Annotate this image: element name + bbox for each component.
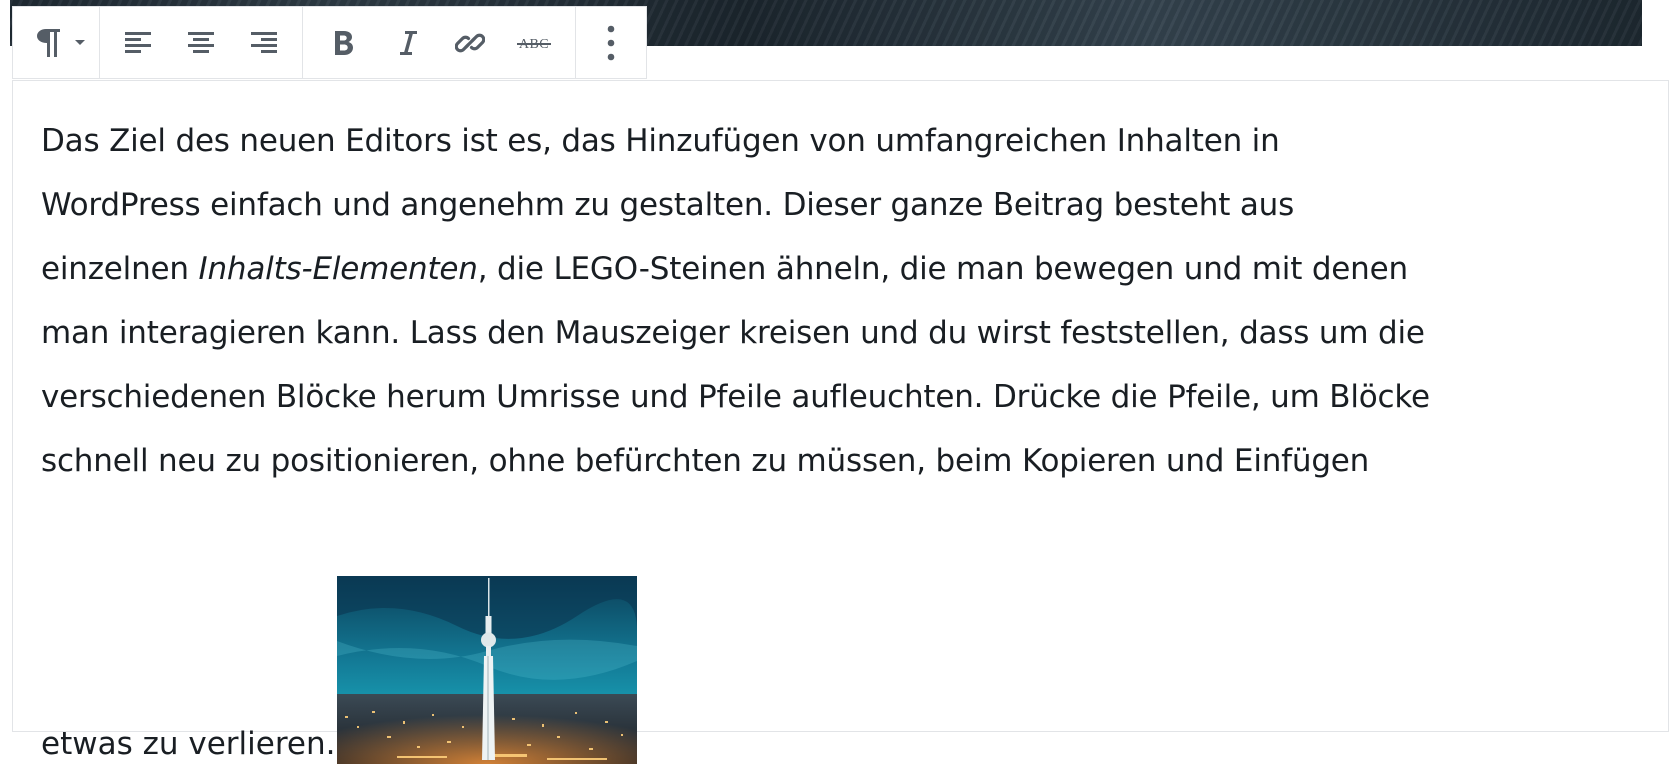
emphasized-text: Inhalts-Elementen xyxy=(198,251,478,287)
align-center-button[interactable] xyxy=(170,7,232,78)
strikethrough-button[interactable]: ABC xyxy=(501,7,567,78)
more-options-group xyxy=(576,7,646,78)
link-icon xyxy=(455,33,485,52)
align-right-button[interactable] xyxy=(232,7,294,78)
paragraph-block[interactable]: Das Ziel des neuen Editors ist es, das H… xyxy=(12,80,1671,764)
strikethrough-icon: ABC xyxy=(516,33,552,53)
paragraph-line: WordPress einfach und angenehm zu gestal… xyxy=(41,187,1295,223)
paragraph-line: man interagieren kann. Lass den Mauszeig… xyxy=(41,315,1425,351)
align-right-icon xyxy=(251,31,277,53)
more-vertical-icon xyxy=(607,25,615,60)
paragraph-text[interactable]: Das Ziel des neuen Editors ist es, das H… xyxy=(41,109,1671,493)
paragraph-line: Das Ziel des neuen Editors ist es, das H… xyxy=(41,123,1280,159)
align-left-button[interactable] xyxy=(108,7,170,78)
bold-icon xyxy=(335,30,353,55)
more-options-button[interactable] xyxy=(584,7,638,78)
block-switcher-group xyxy=(13,7,100,78)
inline-berlin-tv-tower-image[interactable] xyxy=(337,576,638,764)
paragraph-icon xyxy=(37,28,60,57)
paragraph-line: einzelnen Inhalts-Elementen, die LEGO-St… xyxy=(41,251,1408,287)
italic-button[interactable] xyxy=(377,7,439,78)
paragraph-last-line: etwas zu verlieren. xyxy=(41,576,638,764)
block-toolbar: ABC xyxy=(12,6,647,79)
bold-button[interactable] xyxy=(311,7,377,78)
alignment-group xyxy=(100,7,303,78)
paragraph-line: etwas zu verlieren. xyxy=(41,726,336,762)
paragraph-line: schnell neu zu positionieren, ohne befür… xyxy=(41,443,1370,479)
paragraph-line: verschiedenen Blöcke herum Umrisse und P… xyxy=(41,379,1430,415)
chevron-down-icon xyxy=(75,39,85,45)
align-left-icon xyxy=(125,31,151,53)
align-center-icon xyxy=(188,31,214,53)
paragraph-block-switcher-button[interactable] xyxy=(27,7,93,78)
formatting-group: ABC xyxy=(303,7,576,78)
italic-icon xyxy=(400,30,417,55)
link-button[interactable] xyxy=(439,7,501,78)
